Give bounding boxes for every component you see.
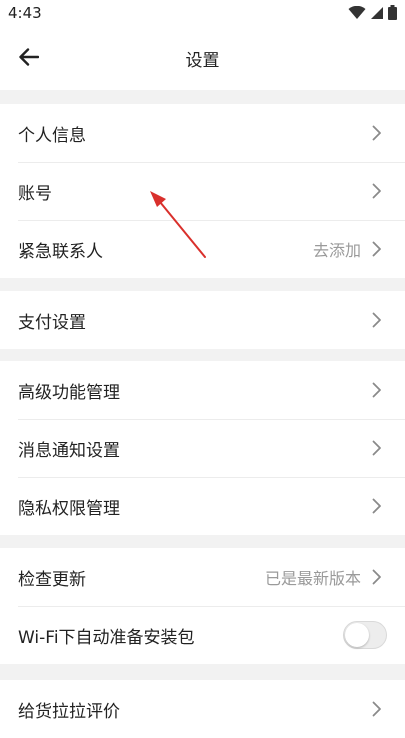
chevron-right-icon — [369, 125, 385, 141]
row-label: Wi-Fi下自动准备安装包 — [18, 627, 195, 648]
settings-group-payment: 支付设置 — [0, 291, 405, 349]
row-label: 高级功能管理 — [18, 382, 120, 403]
row-label: 给货拉拉评价 — [18, 701, 120, 722]
wifi-auto-download-toggle[interactable] — [343, 621, 387, 649]
chevron-right-icon — [369, 312, 385, 328]
settings-row-emergency-contact[interactable]: 紧急联系人 去添加 — [0, 220, 405, 278]
chevron-right-icon — [369, 498, 385, 514]
settings-group-features: 高级功能管理 消息通知设置 隐私权限管理 — [0, 361, 405, 535]
row-label: 支付设置 — [18, 312, 86, 333]
settings-row-check-update[interactable]: 检查更新 已是最新版本 — [0, 548, 405, 606]
battery-icon — [388, 4, 397, 24]
status-time: 4:43 — [8, 4, 42, 22]
settings-group-feedback: 给货拉拉评价 — [0, 680, 405, 738]
row-label: 隐私权限管理 — [18, 498, 120, 519]
toggle-knob — [345, 623, 369, 647]
row-value: 已是最新版本 — [264, 569, 361, 588]
row-label: 紧急联系人 — [18, 241, 103, 262]
settings-row-rate-app[interactable]: 给货拉拉评价 — [0, 680, 405, 738]
settings-group-updates: 检查更新 已是最新版本 Wi-Fi下自动准备安装包 — [0, 548, 405, 664]
chevron-right-icon — [369, 440, 385, 456]
page-title: 设置 — [185, 51, 220, 71]
chevron-right-icon — [369, 183, 385, 199]
row-label: 账号 — [18, 183, 52, 204]
chevron-right-icon — [369, 701, 385, 717]
row-label: 消息通知设置 — [18, 440, 120, 461]
settings-row-wifi-auto-download: Wi-Fi下自动准备安装包 — [0, 606, 405, 664]
row-label: 个人信息 — [18, 125, 86, 146]
signal-icon — [370, 5, 384, 24]
status-icons — [348, 4, 397, 24]
row-label: 检查更新 — [18, 569, 86, 590]
settings-row-account[interactable]: 账号 — [0, 162, 405, 220]
settings-row-personal-info[interactable]: 个人信息 — [0, 104, 405, 162]
settings-row-privacy[interactable]: 隐私权限管理 — [0, 477, 405, 535]
settings-group-account: 个人信息 账号 紧急联系人 去添加 — [0, 104, 405, 278]
app-bar: 设置 — [0, 28, 405, 90]
wifi-icon — [348, 5, 366, 24]
settings-row-advanced-features[interactable]: 高级功能管理 — [0, 361, 405, 419]
chevron-right-icon — [369, 382, 385, 398]
row-value: 去添加 — [312, 241, 361, 260]
settings-row-notifications[interactable]: 消息通知设置 — [0, 419, 405, 477]
settings-row-payment[interactable]: 支付设置 — [0, 291, 405, 349]
status-bar: 4:43 — [0, 0, 405, 28]
chevron-right-icon — [369, 569, 385, 585]
chevron-right-icon — [369, 241, 385, 257]
